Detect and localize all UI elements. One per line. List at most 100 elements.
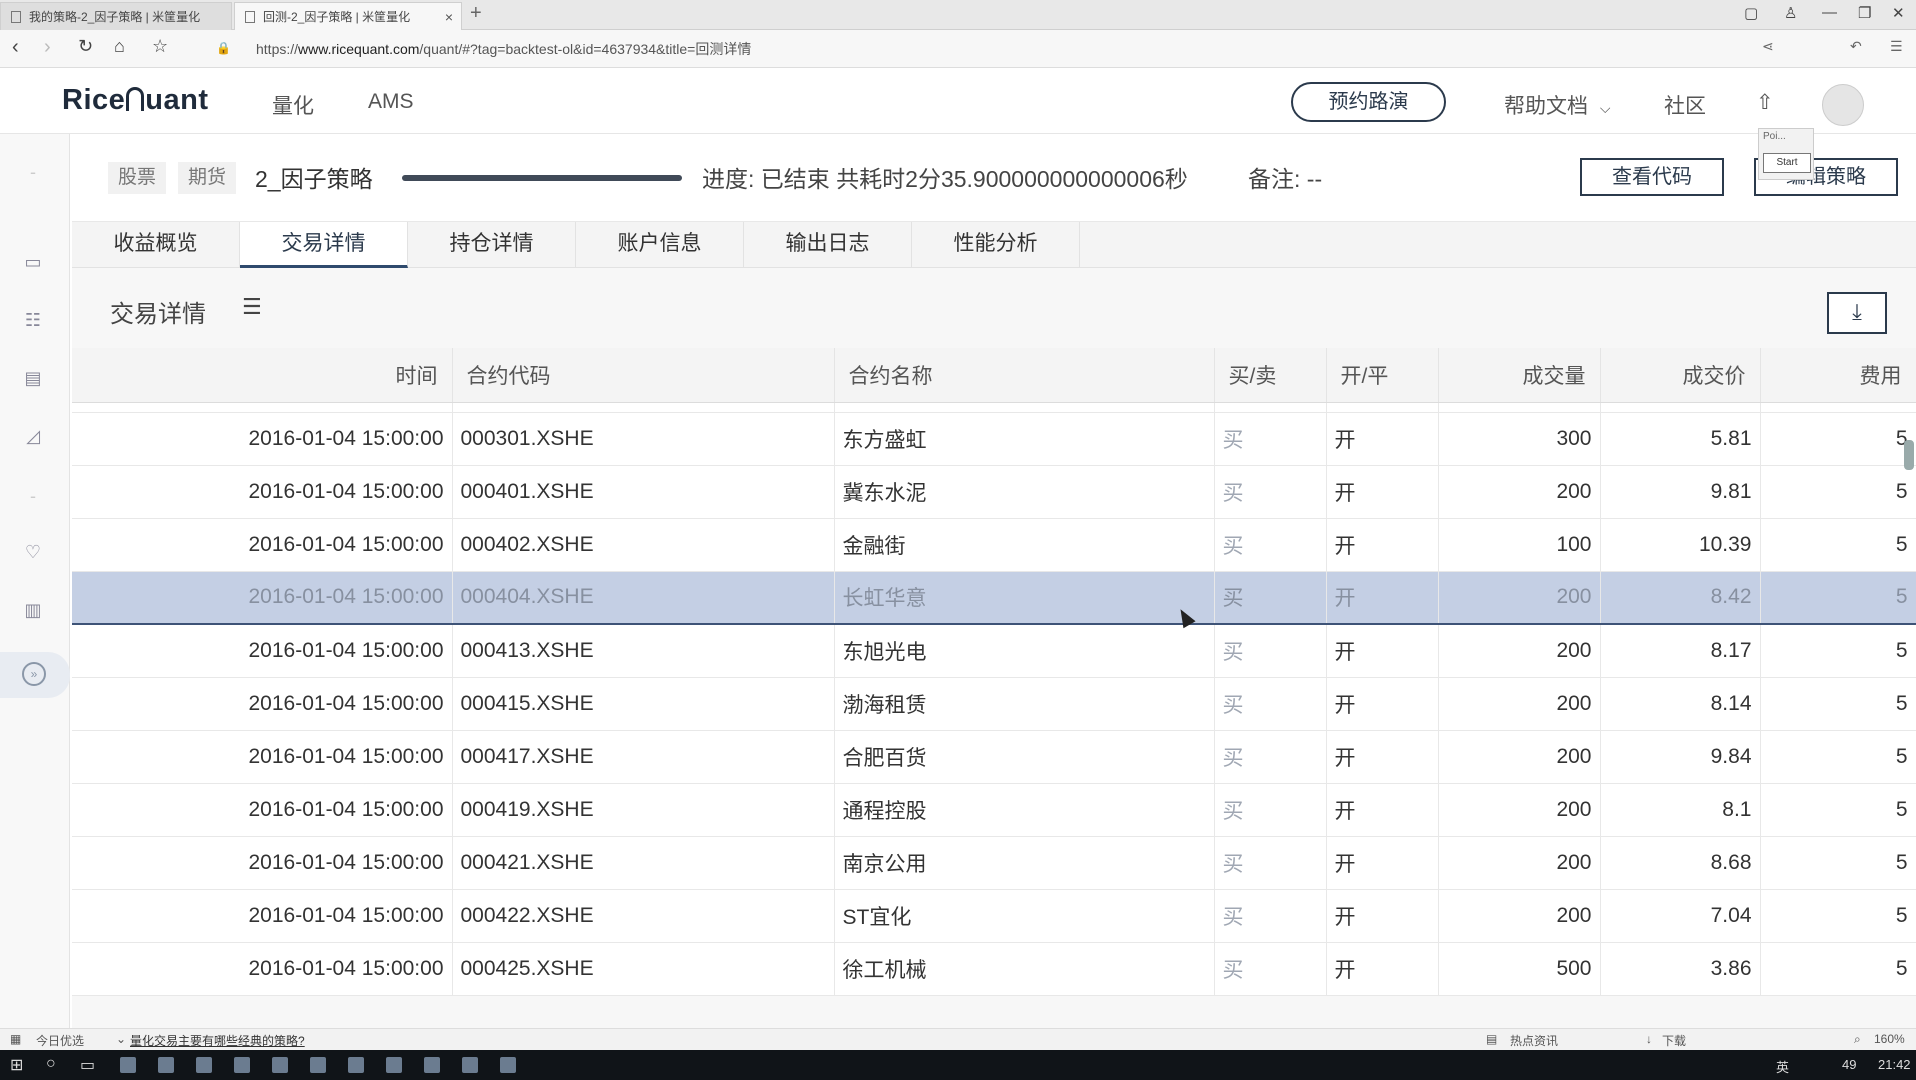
restore-icon[interactable]: ❐ (1858, 4, 1871, 22)
view-code-button[interactable]: 查看代码 (1580, 158, 1724, 196)
tab-output-log[interactable]: 输出日志 (744, 222, 912, 268)
separator-dash-icon: - (30, 486, 36, 506)
cell-fee: 5 (1760, 836, 1916, 890)
bookmark-star-icon[interactable]: ☆ (152, 36, 168, 57)
app-icon[interactable] (424, 1057, 440, 1073)
folder-app-icon[interactable] (158, 1057, 174, 1073)
table-row[interactable]: 2016-01-04 15:00:00 000417.XSHE 合肥百货买开 200 9… (72, 730, 1916, 784)
table-row[interactable]: 2016-01-04 15:00:00 000425.XSHE 徐工机械买开 500 3… (72, 942, 1916, 996)
app-icon[interactable] (386, 1057, 402, 1073)
chevron-down-icon: ⌵ (1599, 100, 1611, 116)
cell-open-close: 开 (1326, 677, 1439, 731)
document-list-icon[interactable]: ▤ (20, 368, 46, 390)
url-field[interactable]: https://www.ricequant.com/quant/#?tag=ba… (256, 36, 751, 62)
address-bar: ‹ › ↻ ⌂ ☆ 🔒 https://www.ricequant.com/qu… (0, 30, 1916, 68)
bar-chart-icon[interactable]: ▥ (20, 600, 46, 622)
cell-time: 2016-01-04 15:00:00 (72, 624, 453, 678)
col-header-open-close[interactable]: 开/平 (1326, 348, 1439, 403)
start-button[interactable]: Start (1763, 153, 1811, 173)
undo-icon[interactable]: ↶ (1850, 38, 1862, 55)
app-icon[interactable] (462, 1057, 478, 1073)
news-link-text[interactable]: 量化交易主要有哪些经典的策略? (130, 1034, 305, 1048)
search-icon[interactable]: ○ (46, 1055, 56, 1073)
home-icon[interactable]: ⌂ (114, 36, 125, 57)
menu-quant[interactable]: 量化 (272, 90, 314, 120)
lock-icon: 🔒 (216, 41, 231, 55)
app-icon[interactable] (234, 1057, 250, 1073)
trophy-icon[interactable]: ♡ (20, 542, 46, 564)
monitor-chart-icon[interactable]: ▭ (20, 252, 46, 274)
scrollbar-thumb[interactable] (1904, 440, 1914, 470)
cell-volume: 300 (1438, 412, 1601, 466)
table-row[interactable]: 2016-01-04 15:00:00 000301.XSHE 东方盛虹买开 300 5… (72, 412, 1916, 466)
table-row[interactable]: 2016-01-04 15:00:00 000413.XSHE 东旭光电买开 200 8… (72, 624, 1916, 678)
app-icon[interactable] (272, 1057, 288, 1073)
close-tab-icon[interactable]: × (445, 3, 453, 31)
forward-icon[interactable]: › (44, 36, 51, 59)
table-row[interactable]: 2016-01-04 15:00:00 000402.XSHE 金融街买开 100 10… (72, 518, 1916, 572)
col-header-code[interactable]: 合约代码 (452, 348, 835, 403)
col-header-price[interactable]: 成交价 (1600, 348, 1761, 403)
sidebar-expand-button[interactable]: » (0, 652, 70, 698)
notification-badge[interactable]: 49 (1842, 1057, 1856, 1072)
table-row[interactable]: 2016-01-04 15:00:00 000419.XSHE 通程控股买开 200 8… (72, 783, 1916, 837)
database-icon[interactable]: ☷ (20, 310, 46, 332)
col-header-time[interactable]: 时间 (72, 348, 453, 403)
cell-volume: 200 (1438, 571, 1601, 625)
table-row[interactable]: 2016-01-04 15:00:00 000422.XSHE ST宜化买开 200 7… (72, 889, 1916, 943)
url-prefix: https:// (256, 41, 299, 57)
close-window-icon[interactable]: ✕ (1892, 4, 1905, 22)
tag-futures[interactable]: 期货 (178, 162, 237, 194)
col-header-fee[interactable]: 费用 (1760, 348, 1916, 403)
minimize-icon[interactable]: — (1822, 4, 1837, 21)
new-tab-icon[interactable]: + (470, 2, 482, 25)
input-language[interactable]: 英 (1776, 1057, 1789, 1076)
line-chart-icon[interactable]: ◿ (20, 426, 46, 448)
downloads-label[interactable]: 下载 (1662, 1032, 1686, 1049)
back-icon[interactable]: ‹ (12, 36, 19, 59)
table-row[interactable]: 2016-01-04 15:00:00 000404.XSHE 长虹华意买开 200 8… (72, 571, 1916, 625)
book-demo-button[interactable]: 预约路演 (1291, 82, 1446, 122)
col-header-side[interactable]: 买/卖 (1214, 348, 1327, 403)
table-row[interactable]: 2016-01-04 15:00:00 000415.XSHE 渤海租赁买开 200 8… (72, 677, 1916, 731)
windows-start-icon[interactable]: ⊞ (10, 1055, 23, 1075)
app-icon[interactable] (500, 1057, 516, 1073)
menu-ams[interactable]: AMS (368, 90, 414, 114)
browser-tab-backtest[interactable]: 回测-2_因子策略 | 米筐量化 × (234, 2, 462, 30)
reload-icon[interactable]: ↻ (78, 36, 93, 57)
app-icon[interactable] (348, 1057, 364, 1073)
ricequant-logo[interactable]: Rice uant (62, 84, 208, 117)
avatar[interactable] (1822, 84, 1864, 126)
clock-time[interactable]: 21:42 (1878, 1057, 1911, 1072)
download-button[interactable]: ⤓ (1827, 292, 1887, 334)
hot-news-label[interactable]: 热点资讯 (1510, 1032, 1558, 1049)
app-icon[interactable] (196, 1057, 212, 1073)
window-count-icon[interactable]: ▢ (1744, 4, 1758, 22)
shirt-skin-icon[interactable]: ♙ (1784, 4, 1797, 22)
browser-tab-strategy[interactable]: 我的策略-2_因子策略 | 米筐量化 (0, 2, 232, 30)
col-header-name[interactable]: 合约名称 (834, 348, 1215, 403)
today-picks-label[interactable]: 今日优选 (36, 1032, 84, 1049)
help-docs-menu[interactable]: 帮助文档 ⌵ (1504, 90, 1610, 120)
notification-icon[interactable]: ⇧ (1756, 90, 1774, 115)
table-row[interactable]: 2016-01-04 15:00:00 000401.XSHE 冀东水泥买开 200 9… (72, 465, 1916, 519)
community-link[interactable]: 社区 (1664, 90, 1706, 120)
cell-price: 9.84 (1600, 730, 1761, 784)
share-icon[interactable]: ⋖ (1762, 38, 1774, 55)
tab-account-info[interactable]: 账户信息 (576, 222, 744, 268)
news-link[interactable]: 量化交易主要有哪些经典的策略? (130, 1032, 305, 1049)
table-row[interactable]: 2016-01-04 15:00:00 000421.XSHE 南京公用买开 200 8… (72, 836, 1916, 890)
browser-app-icon[interactable] (120, 1057, 136, 1073)
task-view-icon[interactable]: ▭ (80, 1055, 95, 1075)
tab-performance-analysis[interactable]: 性能分析 (912, 222, 1080, 268)
app-icon[interactable] (310, 1057, 326, 1073)
list-icon[interactable]: ☰ (242, 294, 262, 320)
col-header-volume[interactable]: 成交量 (1438, 348, 1601, 403)
tab-position-details[interactable]: 持仓详情 (408, 222, 576, 268)
tag-stock[interactable]: 股票 (108, 162, 167, 194)
tab-returns-overview[interactable]: 收益概览 (72, 222, 240, 268)
zoom-level[interactable]: 160% (1874, 1032, 1905, 1046)
menu-icon[interactable]: ☰ (1890, 38, 1903, 55)
cell-time: 2016-01-04 15:00:00 (72, 571, 453, 625)
tab-trade-details[interactable]: 交易详情 (240, 222, 408, 268)
